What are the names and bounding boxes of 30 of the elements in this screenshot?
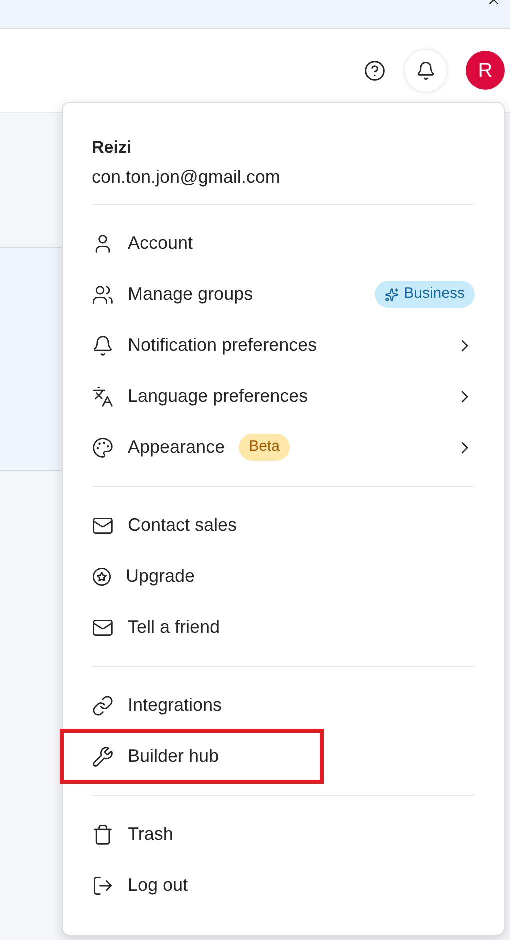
bell-icon [416,60,436,80]
menu-item[interactable]: Tell a friend [92,602,475,653]
menu-item[interactable]: Account [92,218,475,269]
star-circle-icon [92,566,112,586]
palette-icon [92,436,114,458]
menu-item[interactable]: Upgrade [92,551,475,602]
bell-icon [92,334,114,356]
menu-item[interactable]: Contact sales [92,500,475,551]
badge: Business [375,281,475,308]
menu-item[interactable]: Trash [92,809,475,860]
wrench-icon [92,746,114,768]
avatar-button[interactable]: R [466,51,505,90]
menu-item[interactable]: Log out [92,860,475,911]
people-icon [92,284,114,306]
notifications-button[interactable] [405,50,447,92]
menu-item[interactable]: Language preferences [92,371,475,422]
sparkle-icon [385,288,400,302]
badge: Beta [239,434,290,461]
profile-email: con.ton.jon@gmail.com [92,166,282,188]
menu-item[interactable]: Builder hub [60,729,324,784]
menu-item[interactable]: Integrations [92,680,475,731]
menu-item[interactable]: Appearance Beta [92,422,475,473]
help-icon[interactable] [364,60,386,82]
menu-item[interactable]: Manage groups Business [92,269,475,320]
log-out-icon [92,874,114,896]
trash-icon [92,824,114,846]
menu-item[interactable]: Notification preferences [92,320,475,371]
translate-icon [92,386,114,408]
profile-name: Reizi [92,137,133,159]
link-icon [92,694,114,716]
